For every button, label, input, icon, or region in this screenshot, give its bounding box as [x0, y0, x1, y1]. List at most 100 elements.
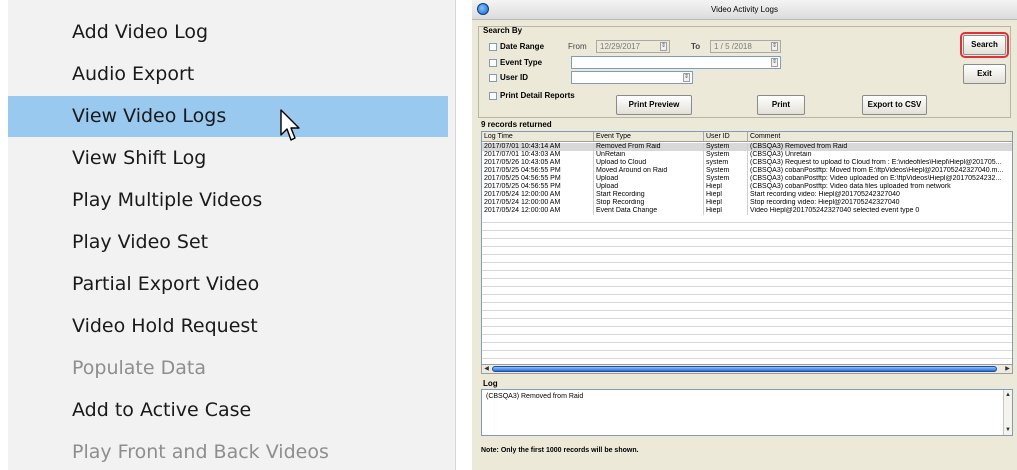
spin-updown-icon[interactable]: ⇕ — [771, 42, 778, 51]
to-label: To — [691, 42, 701, 51]
table-row[interactable]: 2017/05/26 10:43:05 AM Upload to Cloud sys… — [482, 159, 1012, 167]
table-row[interactable]: 2017/05/25 04:56:55 PM Upload Hiepl (CBSQA3… — [482, 183, 1012, 191]
user-id-label: User ID — [500, 73, 529, 82]
event-type-select[interactable]: ⇕ — [571, 56, 781, 69]
table-cell: Moved Around on Raid — [594, 167, 704, 175]
user-id-checkbox[interactable] — [489, 74, 497, 82]
menu-item-view-video-logs[interactable]: View Video Logs — [8, 96, 448, 137]
export-csv-button[interactable]: Export to CSV — [862, 95, 927, 115]
user-id-select[interactable]: ⇕ — [571, 71, 693, 84]
video-activity-logs-window: Video Activity Logs Search By Date Range… — [472, 0, 1017, 470]
table-row[interactable]: 2017/07/01 10:43:03 AM UnRetain System (CBS… — [482, 151, 1012, 159]
empty-row-divider — [482, 230, 1012, 231]
to-date-value: 1 / 5 /2018 — [714, 42, 752, 51]
table-cell: (CBSQA3) Request to upload to Cloud from… — [750, 159, 1002, 166]
empty-row-divider — [482, 302, 1012, 303]
scrollbar-thumb[interactable] — [492, 366, 997, 372]
log-detail-text: (CBSQA3) Removed from Raid — [486, 393, 584, 400]
table-cell: UnRetain — [594, 151, 704, 159]
table-cell: 2017/07/01 10:43:14 AM — [482, 143, 594, 151]
empty-row-divider — [482, 334, 1012, 335]
event-type-checkbox[interactable] — [489, 59, 497, 67]
table-cell: (CBSQA3) Removed from Raid — [750, 143, 848, 150]
search-button[interactable]: Search — [960, 32, 1009, 58]
to-date-field[interactable]: 1 / 5 /2018 ⇕ — [710, 40, 781, 53]
spin-updown-icon[interactable]: ⇕ — [683, 73, 690, 82]
scroll-left-icon[interactable]: ◀ — [482, 365, 491, 373]
table-cell: System — [704, 143, 748, 151]
table-cell: 2017/05/25 04:56:55 PM — [482, 167, 594, 175]
menu-item-partial-export-video[interactable]: Partial Export Video — [8, 264, 448, 305]
menu-item-audio-export[interactable]: Audio Export — [8, 54, 448, 95]
menu-item-view-shift-log[interactable]: View Shift Log — [8, 138, 448, 179]
empty-row-divider — [482, 222, 1012, 223]
table-row[interactable]: 2017/05/25 04:56:55 PM Upload System (CBSQA… — [482, 175, 1012, 183]
scroll-down-icon[interactable]: ▼ — [1004, 426, 1012, 434]
search-by-group: Search By Date Range From 12/29/2017 ⇕ T… — [478, 26, 1011, 118]
spin-updown-icon[interactable]: ⇕ — [660, 42, 667, 51]
menu-item-play-video-set[interactable]: Play Video Set — [8, 222, 448, 263]
print-preview-button[interactable]: Print Preview — [616, 95, 692, 115]
empty-row-divider — [482, 286, 1012, 287]
print-button[interactable]: Print — [757, 95, 805, 115]
print-detail-checkbox[interactable] — [489, 92, 497, 100]
date-range-label: Date Range — [500, 42, 545, 51]
empty-row-divider — [482, 262, 1012, 263]
table-cell: Start recording video: Hiepl@20170524232… — [750, 191, 900, 198]
log-detail-box[interactable]: (CBSQA3) Removed from Raid ▲ ▼ — [481, 389, 1013, 436]
scroll-up-icon[interactable]: ▲ — [1004, 391, 1012, 399]
table-cell: 2017/05/24 12:00:00 AM — [482, 191, 594, 199]
column-header-event-type[interactable]: Event Type — [594, 132, 704, 142]
table-cell: (CBSQA3) Unretain — [750, 151, 812, 158]
table-cell: Hiepl — [704, 207, 748, 215]
empty-row-divider — [482, 350, 1012, 351]
table-cell: system — [704, 159, 748, 167]
title-bar: Video Activity Logs — [472, 0, 1017, 20]
table-row[interactable]: 2017/05/24 12:00:00 AM Event Data Change H… — [482, 207, 1012, 215]
date-range-checkbox[interactable] — [489, 43, 497, 51]
table-cell: Event Data Change — [594, 207, 704, 215]
empty-row-divider — [482, 310, 1012, 311]
menu-item-populate-data: Populate Data — [72, 357, 206, 379]
window-title: Video Activity Logs — [710, 5, 778, 14]
table-cell: Start Recording — [594, 191, 704, 199]
log-label: Log — [483, 379, 498, 388]
table-cell: (CBSQA3) cobanPostftp: Video uploaded on… — [750, 175, 1002, 182]
mouse-pointer-icon — [280, 109, 300, 141]
horizontal-scrollbar[interactable]: ◀ ▶ — [481, 364, 1013, 374]
table-cell: Stop recording video: Hiepl@201705242327… — [750, 199, 900, 206]
menu-item-video-hold-request[interactable]: Video Hold Request — [8, 306, 448, 347]
records-count-label: 9 records returned — [481, 120, 552, 129]
table-cell: System — [704, 151, 748, 159]
empty-row-divider — [482, 294, 1012, 295]
table-cell: 2017/05/26 10:43:05 AM — [482, 159, 594, 167]
table-row[interactable]: 2017/07/01 10:43:14 AM Removed From Raid S… — [482, 143, 1012, 151]
column-header-log-time[interactable]: Log Time — [482, 132, 594, 142]
from-date-field[interactable]: 12/29/2017 ⇕ — [596, 40, 670, 53]
table-cell: (CBSQA3) cobanPostftp: Video data files … — [750, 183, 951, 190]
table-cell: Stop Recording — [594, 199, 704, 207]
spin-updown-icon[interactable]: ⇕ — [771, 58, 778, 67]
vertical-scrollbar[interactable]: ▲ ▼ — [1003, 390, 1012, 435]
table-cell: Video Hiepl@201705242327040 selected eve… — [750, 207, 920, 214]
column-header-user-id[interactable]: User ID — [704, 132, 748, 142]
scroll-right-icon[interactable]: ▶ — [1003, 365, 1012, 373]
empty-row-divider — [482, 326, 1012, 327]
table-row[interactable]: 2017/05/24 12:00:00 AM Start Recording Hie… — [482, 191, 1012, 199]
table-cell: System — [704, 175, 748, 183]
exit-button[interactable]: Exit — [963, 64, 1006, 84]
search-by-heading: Search By — [483, 26, 523, 35]
table-row[interactable]: 2017/05/24 12:00:00 AM Stop Recording Hiep… — [482, 199, 1012, 207]
menu-item-add-video-log[interactable]: Add Video Log — [8, 12, 448, 53]
table-row[interactable]: 2017/05/25 04:56:55 PM Moved Around on Ra… — [482, 167, 1012, 175]
table-cell: Upload to Cloud — [594, 159, 704, 167]
context-menu: Add Video Log Audio Export View Video Lo… — [8, 0, 456, 470]
from-label: From — [568, 42, 587, 51]
logs-table[interactable]: Log Time Event Type User ID Comment 2017… — [481, 131, 1013, 367]
table-cell: (CBSQA3) cobanPostftp: Moved from E:\ftp… — [750, 167, 1004, 174]
menu-item-add-to-active-case[interactable]: Add to Active Case — [8, 390, 448, 431]
records-limit-note: Note: Only the first 1000 records will b… — [481, 447, 639, 454]
menu-item-play-multiple-videos[interactable]: Play Multiple Videos — [8, 180, 448, 221]
column-header-comment[interactable]: Comment — [748, 132, 1012, 142]
table-cell: 2017/05/24 12:00:00 AM — [482, 199, 594, 207]
